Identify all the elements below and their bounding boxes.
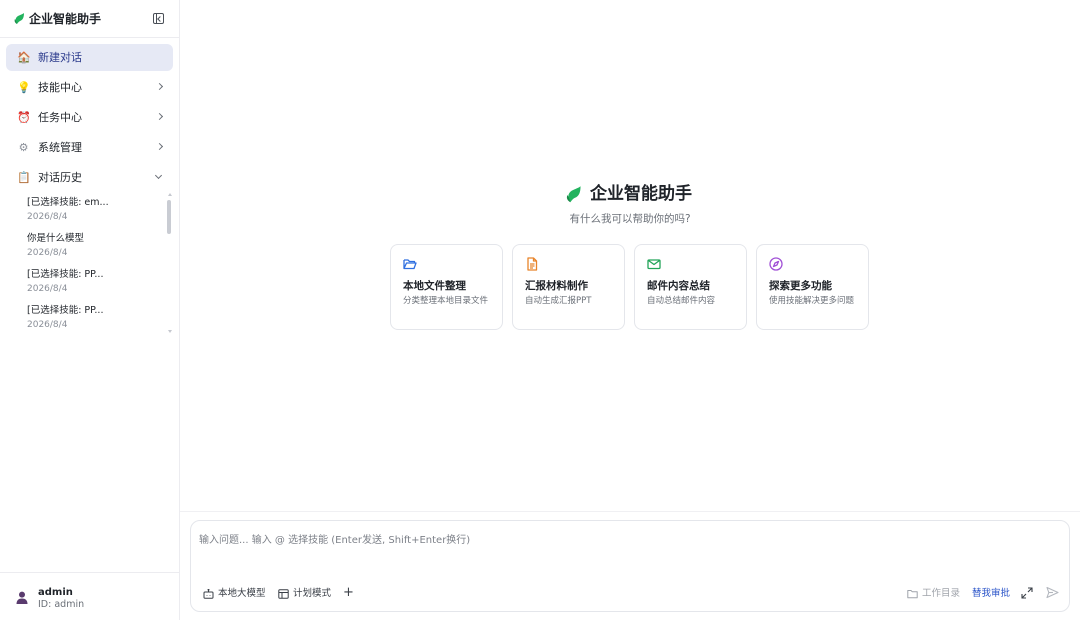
leaf-logo-icon bbox=[566, 186, 581, 203]
nav-task-center[interactable]: ⏰ 任务中心 bbox=[6, 104, 173, 131]
nav-chat-history[interactable]: 📋 对话历史 bbox=[6, 164, 173, 191]
document-icon bbox=[527, 257, 538, 271]
lightbulb-icon: 💡 bbox=[17, 81, 31, 94]
history-date: 2026/8/4 bbox=[27, 212, 68, 222]
clipboard-icon: 📋 bbox=[17, 171, 31, 184]
card-title: 本地文件整理 bbox=[403, 280, 466, 292]
sidebar: 企业智能助手 🏠 新建对话 💡 技能中心 ⏰ 任务中心 ⚙ 系统管理 📋 对话历… bbox=[0, 0, 180, 620]
send-icon[interactable] bbox=[1046, 586, 1059, 599]
history-title: [已选择技能: PP... bbox=[27, 305, 104, 316]
card-title: 邮件内容总结 bbox=[647, 280, 710, 292]
sidebar-header: 企业智能助手 bbox=[0, 0, 179, 38]
card-report-material[interactable]: 汇报材料制作 自动生成汇报PPT bbox=[512, 244, 625, 330]
alarm-clock-icon: ⏰ bbox=[17, 111, 31, 124]
card-desc: 自动总结邮件内容 bbox=[647, 296, 716, 306]
nav-label: 系统管理 bbox=[38, 141, 82, 154]
page-subtitle: 有什么我可以帮助你的吗? bbox=[569, 213, 691, 225]
approve-for-me-button[interactable]: 替我审批 bbox=[972, 587, 1010, 601]
scrollbar-thumb[interactable] bbox=[167, 200, 171, 234]
folder-open-icon bbox=[403, 259, 417, 270]
expand-icon[interactable] bbox=[1021, 587, 1033, 599]
brand-title: 企业智能助手 bbox=[29, 12, 102, 26]
card-desc: 使用技能解决更多问题 bbox=[769, 296, 855, 306]
compass-icon bbox=[769, 257, 783, 271]
scroll-down-arrow-icon[interactable] bbox=[168, 330, 172, 333]
gear-icon: ⚙ bbox=[18, 141, 29, 154]
plan-mode-label: 计划模式 bbox=[293, 588, 332, 599]
card-desc: 分类整理本地目录文件 bbox=[403, 296, 489, 306]
history-date: 2026/8/4 bbox=[27, 320, 68, 330]
chevron-right-icon bbox=[155, 112, 164, 121]
leaf-logo-icon bbox=[14, 13, 24, 24]
nav-label: 对话历史 bbox=[38, 171, 82, 184]
card-title: 探索更多功能 bbox=[769, 280, 832, 292]
nav-system-admin[interactable]: ⚙ 系统管理 bbox=[6, 134, 173, 161]
house-icon: 🏠 bbox=[17, 51, 31, 64]
history-title: 你是什么模型 bbox=[27, 233, 85, 244]
nav-label: 新建对话 bbox=[38, 51, 82, 64]
scroll-up-arrow-icon[interactable] bbox=[168, 193, 172, 196]
nav-label: 技能中心 bbox=[38, 81, 82, 94]
main-area: 企业智能助手 有什么我可以帮助你的吗? 本地文件整理 分类整理本地目录文件 汇报… bbox=[180, 0, 1080, 620]
mail-icon bbox=[647, 259, 661, 270]
nav-skill-center[interactable]: 💡 技能中心 bbox=[6, 74, 173, 101]
composer-divider bbox=[180, 511, 1080, 512]
user-profile[interactable]: admin ID: admin bbox=[0, 572, 179, 620]
nav-label: 任务中心 bbox=[38, 111, 82, 124]
add-icon[interactable]: + bbox=[343, 585, 354, 601]
workdir-label: 工作目录 bbox=[922, 588, 961, 599]
composer: 本地大模型 计划模式 + 工作目录 替我审批 bbox=[190, 520, 1070, 612]
user-avatar-icon bbox=[16, 591, 28, 604]
history-title: [已选择技能: PP... bbox=[27, 269, 104, 280]
card-desc: 自动生成汇报PPT bbox=[525, 296, 592, 306]
card-explore-more[interactable]: 探索更多功能 使用技能解决更多问题 bbox=[756, 244, 869, 330]
robot-icon bbox=[203, 589, 214, 599]
history-date: 2026/8/4 bbox=[27, 248, 68, 258]
user-id: ID: admin bbox=[38, 599, 85, 610]
history-item[interactable]: [已选择技能: PP... 2026/8/4 bbox=[27, 304, 157, 334]
chevron-right-icon bbox=[155, 142, 164, 151]
history-item[interactable]: 你是什么模型 2026/8/4 bbox=[27, 232, 157, 262]
card-local-file-organize[interactable]: 本地文件整理 分类整理本地目录文件 bbox=[390, 244, 503, 330]
chevron-right-icon bbox=[155, 82, 164, 91]
history-list: [已选择技能: em... 2026/8/4 你是什么模型 2026/8/4 [… bbox=[0, 192, 179, 334]
chevron-down-icon bbox=[154, 171, 163, 180]
folder-icon bbox=[907, 590, 918, 599]
history-title: [已选择技能: em... bbox=[27, 197, 109, 208]
history-scrollbar[interactable] bbox=[167, 193, 172, 333]
history-date: 2026/8/4 bbox=[27, 284, 68, 294]
collapse-sidebar-icon[interactable] bbox=[153, 13, 164, 24]
local-model-label: 本地大模型 bbox=[218, 588, 266, 599]
chat-input[interactable] bbox=[199, 531, 1059, 549]
card-email-summary[interactable]: 邮件内容总结 自动总结邮件内容 bbox=[634, 244, 747, 330]
page-title: 企业智能助手 bbox=[590, 184, 692, 204]
history-item[interactable]: [已选择技能: PP... 2026/8/4 bbox=[27, 268, 157, 298]
history-item[interactable]: [已选择技能: em... 2026/8/4 bbox=[27, 196, 157, 226]
card-title: 汇报材料制作 bbox=[525, 280, 588, 292]
layout-icon bbox=[278, 589, 289, 599]
nav-new-chat[interactable]: 🏠 新建对话 bbox=[6, 44, 173, 71]
